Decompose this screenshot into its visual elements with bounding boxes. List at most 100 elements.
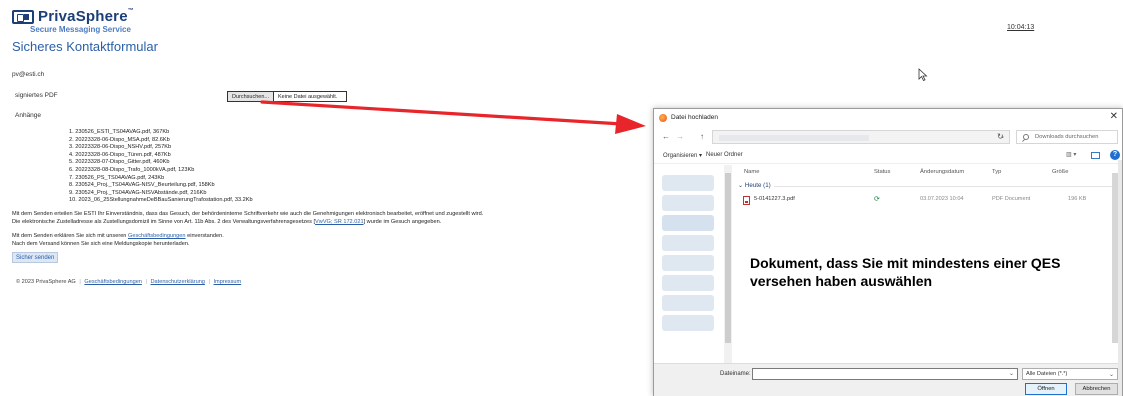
nav-item[interactable] xyxy=(662,295,714,311)
close-icon[interactable]: ✕ xyxy=(1110,112,1118,122)
navigation-pane[interactable] xyxy=(654,165,724,365)
up-arrow-icon[interactable]: ↑ xyxy=(700,133,704,141)
group-header-today[interactable]: ⌄ Heute (1) xyxy=(738,182,771,189)
sender-email: pv@esti.ch xyxy=(12,71,45,78)
chevron-down-icon[interactable]: ⌄ xyxy=(1009,370,1014,377)
file-type-select[interactable]: Alle Dateien (*.*) ⌄ xyxy=(1022,368,1118,380)
group-label: Heute (1) xyxy=(744,182,771,189)
session-clock: 10:04:13 xyxy=(1007,24,1035,31)
chevron-down-icon[interactable]: ⌄ xyxy=(738,182,745,189)
address-path xyxy=(719,135,869,141)
secure-send-button[interactable]: Sicher senden xyxy=(12,252,59,263)
column-status[interactable]: Status xyxy=(874,169,890,175)
nav-item[interactable] xyxy=(662,175,714,191)
list-item: 6. 20223328-08-Dispo_Trafo_1000kVA.pdf, … xyxy=(69,166,195,173)
attachments-label: Anhänge xyxy=(15,112,42,119)
receipt-note: Nach dem Versand können Sie sich eine Me… xyxy=(12,240,190,247)
file-type-value: Alle Dateien (*.*) xyxy=(1026,371,1068,377)
search-placeholder: Downloads durchsuchen xyxy=(1035,134,1099,140)
list-item: 7. 230526_PS_TS04AVAG.pdf, 243Kb xyxy=(69,174,165,181)
red-arrow-icon xyxy=(260,100,646,134)
footer-separator: | xyxy=(145,279,147,285)
footer-link-privacy[interactable]: Datenschutzerklärung xyxy=(151,279,205,285)
filename-input[interactable]: ⌄ xyxy=(752,368,1018,380)
dialog-title: Datei hochladen xyxy=(671,114,718,121)
footer: © 2023 PrivaSphere AG | Geschäftsbedingu… xyxy=(16,279,241,285)
refresh-icon[interactable]: ↻ xyxy=(997,133,1004,141)
terms-post: einverstanden. xyxy=(185,233,224,239)
page-scrollbar[interactable] xyxy=(1118,160,1122,396)
instruction-annotation: Dokument, dass Sie mit mindestens einer … xyxy=(750,255,1061,289)
list-item: 4. 20223328-06-Dispo_Türen.pdf, 487Kb xyxy=(69,151,171,158)
consent-line-1: Mit dem Senden erteilen Sie ESTI Ihr Ein… xyxy=(12,211,484,217)
list-item: 3. 20223328-06-Dispo_NSHV.pdf, 257Kb xyxy=(69,144,172,151)
brand-name: PrivaSphere™ xyxy=(38,8,134,25)
column-name[interactable]: Name xyxy=(744,169,759,175)
forward-arrow-icon[interactable]: → xyxy=(676,133,684,141)
logo-icon xyxy=(12,10,34,24)
list-item: 10. 2023_06_25StellungnahmeDeBBauSanieru… xyxy=(69,197,253,204)
preview-pane-icon[interactable] xyxy=(1091,152,1100,159)
scroll-thumb[interactable] xyxy=(725,173,731,343)
file-size: 196 KB xyxy=(1068,196,1087,202)
list-item: 9. 230524_Proj._TS04AVAG-NISVAbstände.pd… xyxy=(69,189,207,196)
dialog-toolbar: Organisieren ▾ Neuer Ordner ▥ ▾ ? xyxy=(654,148,1122,164)
search-icon xyxy=(1023,134,1029,140)
mouse-cursor-icon xyxy=(918,68,928,81)
group-divider xyxy=(774,186,1114,187)
terms-link[interactable]: Geschäftsbedingungen xyxy=(128,233,186,239)
column-headers: Name Status Änderungsdatum Typ Größe xyxy=(734,167,1114,181)
list-item: 5. 20223328-07-Dispo_Gitter.pdf, 460Kb xyxy=(69,159,170,166)
page-title: Sicheres Kontaktformular xyxy=(12,39,158,54)
nav-item[interactable] xyxy=(662,195,714,211)
dialog-titlebar: Datei hochladen ✕ xyxy=(654,109,1122,127)
back-arrow-icon[interactable]: ← xyxy=(662,133,670,141)
nav-item[interactable] xyxy=(662,315,714,331)
navigation-row: ← → ↑ ⌄ ↻ Downloads durchsuchen xyxy=(654,128,1122,146)
filename-label: Dateiname: xyxy=(720,371,751,377)
list-item: 1. 230526_ESTI_TS04AVAG.pdf, 367Kb xyxy=(69,129,170,135)
file-type: PDF Document xyxy=(992,196,1031,202)
file-date: 03.07.2023 10:04 xyxy=(920,196,964,202)
consent-line-2: Die elektronische Zustelladresse als Zus… xyxy=(12,219,483,227)
vwvg-link[interactable]: VwVG; SR 172.021 xyxy=(315,219,364,225)
nav-scrollbar[interactable] xyxy=(724,165,732,365)
open-button[interactable]: Öffnen xyxy=(1025,383,1067,395)
column-size[interactable]: Größe xyxy=(1052,169,1068,175)
file-row[interactable]: 5-0141227.3.pdf ⟳ 03.07.2023 10:04 PDF D… xyxy=(734,193,1114,205)
file-name: 5-0141227.3.pdf xyxy=(754,196,795,202)
consent-line-2-pre: Die elektronische Zustelladresse als Zus… xyxy=(12,218,316,225)
nav-item[interactable] xyxy=(662,235,714,251)
file-upload-dialog: Datei hochladen ✕ ← → ↑ ⌄ ↻ Downloads du… xyxy=(653,108,1123,396)
consent-line-2-post: ] wurde im Gesuch angegeben. xyxy=(363,218,442,225)
consent-text: Mit dem Senden erteilen Sie ESTI Ihr Ein… xyxy=(12,211,483,226)
pdf-file-icon xyxy=(743,196,750,205)
search-input[interactable]: Downloads durchsuchen xyxy=(1016,130,1118,144)
nav-item[interactable] xyxy=(662,275,714,291)
terms-line: Mit dem Senden erklären Sie sich mit uns… xyxy=(12,233,224,241)
chevron-down-icon[interactable]: ⌄ xyxy=(1109,370,1114,380)
column-date[interactable]: Änderungsdatum xyxy=(920,169,964,175)
help-icon[interactable]: ? xyxy=(1110,150,1120,160)
copyright: © 2023 PrivaSphere AG xyxy=(16,279,76,285)
footer-link-imprint[interactable]: Impressum xyxy=(214,279,242,285)
organize-button[interactable]: Organisieren ▾ xyxy=(663,152,702,159)
address-bar[interactable]: ⌄ xyxy=(712,130,1010,144)
list-item: 2. 20223328-06-Dispo_MSA.pdf, 82.6Kb xyxy=(69,136,170,143)
firefox-icon xyxy=(659,114,667,122)
signed-pdf-label: signiertes PDF xyxy=(15,92,58,99)
dialog-footer: Dateiname: ⌄ Alle Dateien (*.*) ⌄ Öffnen… xyxy=(654,363,1122,396)
nav-item[interactable] xyxy=(662,255,714,271)
sync-status-icon: ⟳ xyxy=(874,196,880,203)
footer-separator: | xyxy=(208,279,210,285)
nav-item[interactable] xyxy=(662,215,714,231)
terms-text: Mit dem Senden erklären Sie sich mit uns… xyxy=(12,233,224,248)
view-options-button[interactable]: ▥ ▾ xyxy=(1066,151,1076,158)
attachments-list: 1. 230526_ESTI_TS04AVAG.pdf, 367Kb 2. 20… xyxy=(69,129,253,205)
footer-link-terms[interactable]: Geschäftsbedingungen xyxy=(84,279,142,285)
new-folder-button[interactable]: Neuer Ordner xyxy=(706,152,743,158)
brand-tagline: Secure Messaging Service xyxy=(30,25,131,34)
cancel-button[interactable]: Abbrechen xyxy=(1075,383,1118,395)
footer-separator: | xyxy=(79,279,81,285)
column-type[interactable]: Typ xyxy=(992,169,1001,175)
